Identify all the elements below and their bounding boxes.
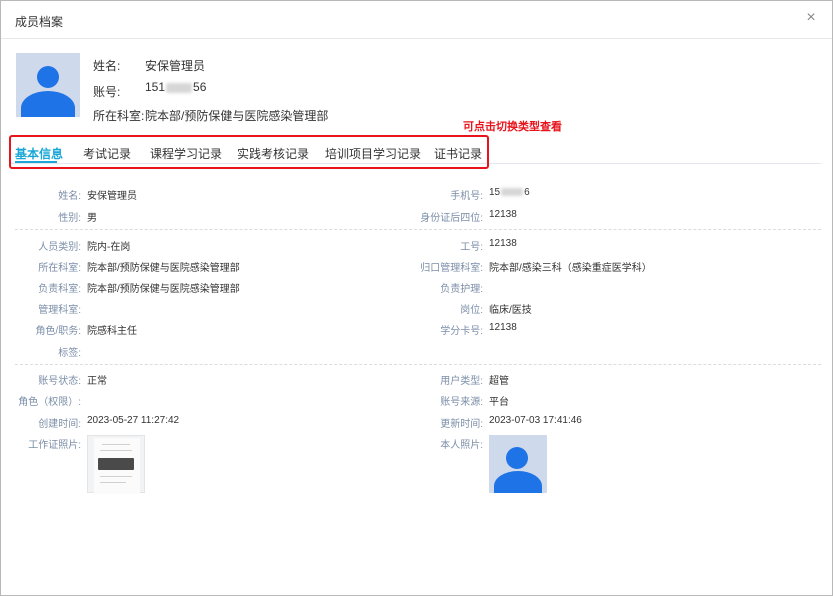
id-last4-label: 身份证后四位:: [420, 213, 483, 224]
work-id-photo-thumbnail[interactable]: [87, 435, 145, 494]
updated-time-value: 2023-07-03 17:41:46: [489, 415, 582, 426]
managed-dept-label: 管理科室:: [38, 305, 81, 316]
created-time-value: 2023-05-27 11:27:42: [87, 415, 180, 426]
gender-value: 男: [87, 213, 97, 224]
user-type-label: 用户类型:: [440, 376, 483, 387]
account-status-value: 正常: [87, 376, 107, 387]
close-icon[interactable]: ×: [802, 9, 820, 27]
tab-certificate-records[interactable]: 证书记录: [434, 145, 482, 162]
tab-basic-info[interactable]: 基本信息: [15, 145, 63, 162]
account-source-value: 平台: [489, 397, 509, 408]
dialog-title: 成员档案: [15, 15, 64, 29]
staff-type-label: 人员类别:: [38, 242, 81, 253]
personal-photo-label: 本人照片:: [440, 440, 483, 451]
home-dept-value: 院本部/感染三科（感染重症医学科）: [489, 263, 652, 274]
tag-label: 标签:: [58, 348, 81, 359]
responsible-dept-label: 负责科室:: [38, 284, 81, 295]
created-time-label: 创建时间:: [38, 419, 81, 430]
updated-time-label: 更新时间:: [440, 419, 483, 430]
profile-name-label: 姓名:: [93, 59, 121, 73]
avatar: [16, 53, 80, 117]
masked-digits: [166, 82, 193, 93]
staff-type-value: 院内-在岗: [87, 242, 131, 253]
gender-label: 性别:: [58, 213, 81, 224]
account-status-label: 账号状态:: [38, 376, 81, 387]
role-permission-label: 角色（权限）:: [18, 397, 81, 408]
department-value: 院本部/预防保健与医院感染管理部: [87, 263, 240, 274]
tab-training-records[interactable]: 培训项目学习记录: [325, 145, 421, 162]
post-label: 岗位:: [460, 305, 483, 316]
responsible-nursing-label: 负责护理:: [440, 284, 483, 295]
tab-course-records[interactable]: 课程学习记录: [150, 145, 222, 162]
name-label: 姓名:: [58, 191, 81, 202]
post-value: 临床/医技: [489, 305, 532, 316]
credit-card-label: 学分卡号:: [440, 326, 483, 337]
account-source-label: 账号来源:: [440, 397, 483, 408]
phone-value: 15 6: [489, 187, 530, 198]
phone-label: 手机号:: [450, 191, 483, 202]
profile-account-label: 账号:: [93, 85, 121, 99]
employee-no-value: 12138: [489, 238, 517, 249]
member-profile-dialog: 成员档案 × 姓名: 安保管理员 账号: 151 56 所在科室: 院本部/预防保…: [0, 0, 833, 596]
name-value: 安保管理员: [87, 191, 137, 202]
id-last4-value: 12138: [489, 209, 517, 220]
user-type-value: 超管: [489, 376, 509, 387]
dialog-header: 成员档案 ×: [1, 1, 832, 39]
section-divider: [15, 229, 821, 230]
section-divider: [15, 364, 821, 365]
masked-digits: [501, 188, 524, 197]
role-title-value: 院感科主任: [87, 326, 137, 337]
role-title-label: 角色/职务:: [35, 326, 81, 337]
active-tab-indicator: [15, 161, 57, 163]
profile-name: 安保管理员: [145, 59, 206, 73]
tab-practice-records[interactable]: 实践考核记录: [237, 145, 309, 162]
switch-type-hint: 可点击切换类型查看: [463, 121, 562, 133]
profile-dept-label: 所在科室:: [93, 109, 145, 123]
tab-exam-records[interactable]: 考试记录: [83, 145, 131, 162]
home-dept-label: 归口管理科室:: [420, 263, 483, 274]
credit-card-value: 12138: [489, 322, 517, 333]
department-label: 所在科室:: [38, 263, 81, 274]
employee-no-label: 工号:: [460, 242, 483, 253]
profile-account: 151 56: [145, 80, 207, 94]
work-id-photo-label: 工作证照片:: [28, 440, 81, 451]
profile-dept: 院本部/预防保健与医院感染管理部: [145, 109, 329, 123]
personal-photo-thumbnail[interactable]: [489, 435, 547, 493]
responsible-dept-value: 院本部/预防保健与医院感染管理部: [87, 284, 240, 295]
